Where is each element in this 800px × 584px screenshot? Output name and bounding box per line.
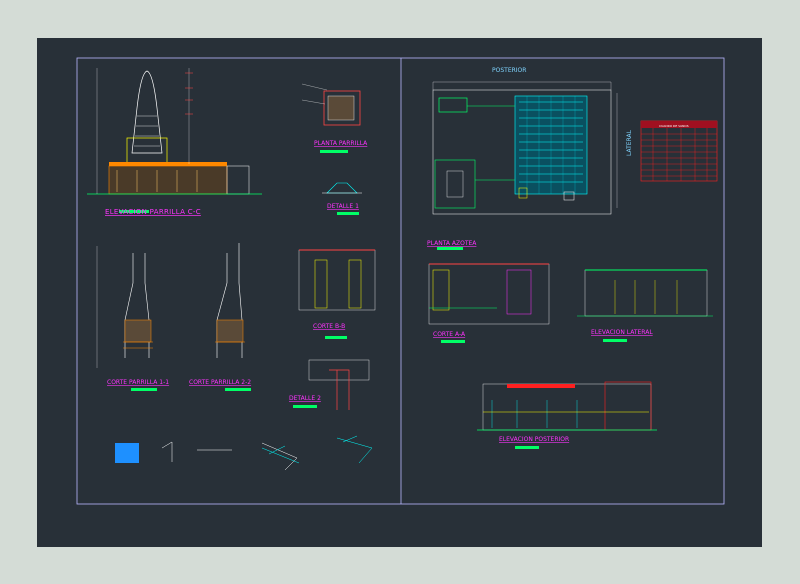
label-elevacion-lateral: ELEVACION LATERAL <box>591 329 653 336</box>
elevacion-parrilla-drawing <box>87 68 262 213</box>
detalle-2-drawing <box>293 359 370 410</box>
label-corte-parrilla-1: CORTE PARRILLA 1-1 <box>107 379 169 386</box>
cad-sheet: ELEVACION PARRILLA C-C PLANTA PARRILLA D… <box>76 57 725 505</box>
label-elevacion-posterior: ELEVACION POSTERIOR <box>499 436 569 443</box>
label-corte-b: CORTE B-B <box>313 323 345 330</box>
detalles-inferiores <box>115 435 373 471</box>
label-detalle-1: DETALLE 1 <box>327 203 359 210</box>
label-cuadro-vanos: CUADRO DE VANOS <box>659 124 689 128</box>
label-planta-parrilla: PLANTA PARRILLA <box>314 140 368 147</box>
label-lateral: LATERAL <box>626 129 633 156</box>
corte-parrilla-1-drawing <box>96 246 157 391</box>
corte-parrilla-2-drawing <box>215 243 251 391</box>
label-corte-parrilla-2: CORTE PARRILLA 2-2 <box>189 379 251 386</box>
label-detalle-2: DETALLE 2 <box>289 395 321 402</box>
detalle-1-drawing <box>322 182 362 215</box>
label-posterior: POSTERIOR <box>492 67 526 74</box>
label-corte-a: CORTE A-A <box>433 331 466 338</box>
label-planta-azotea: PLANTA AZOTEA <box>427 240 477 247</box>
label-elevacion-parrilla: ELEVACION PARRILLA C-C <box>105 208 201 216</box>
cuadro-vanos-table <box>640 120 718 182</box>
cad-drawing-canvas[interactable]: ELEVACION PARRILLA C-C PLANTA PARRILLA D… <box>37 38 762 547</box>
sheet-border <box>76 57 725 505</box>
planta-azotea-drawing <box>432 81 618 250</box>
